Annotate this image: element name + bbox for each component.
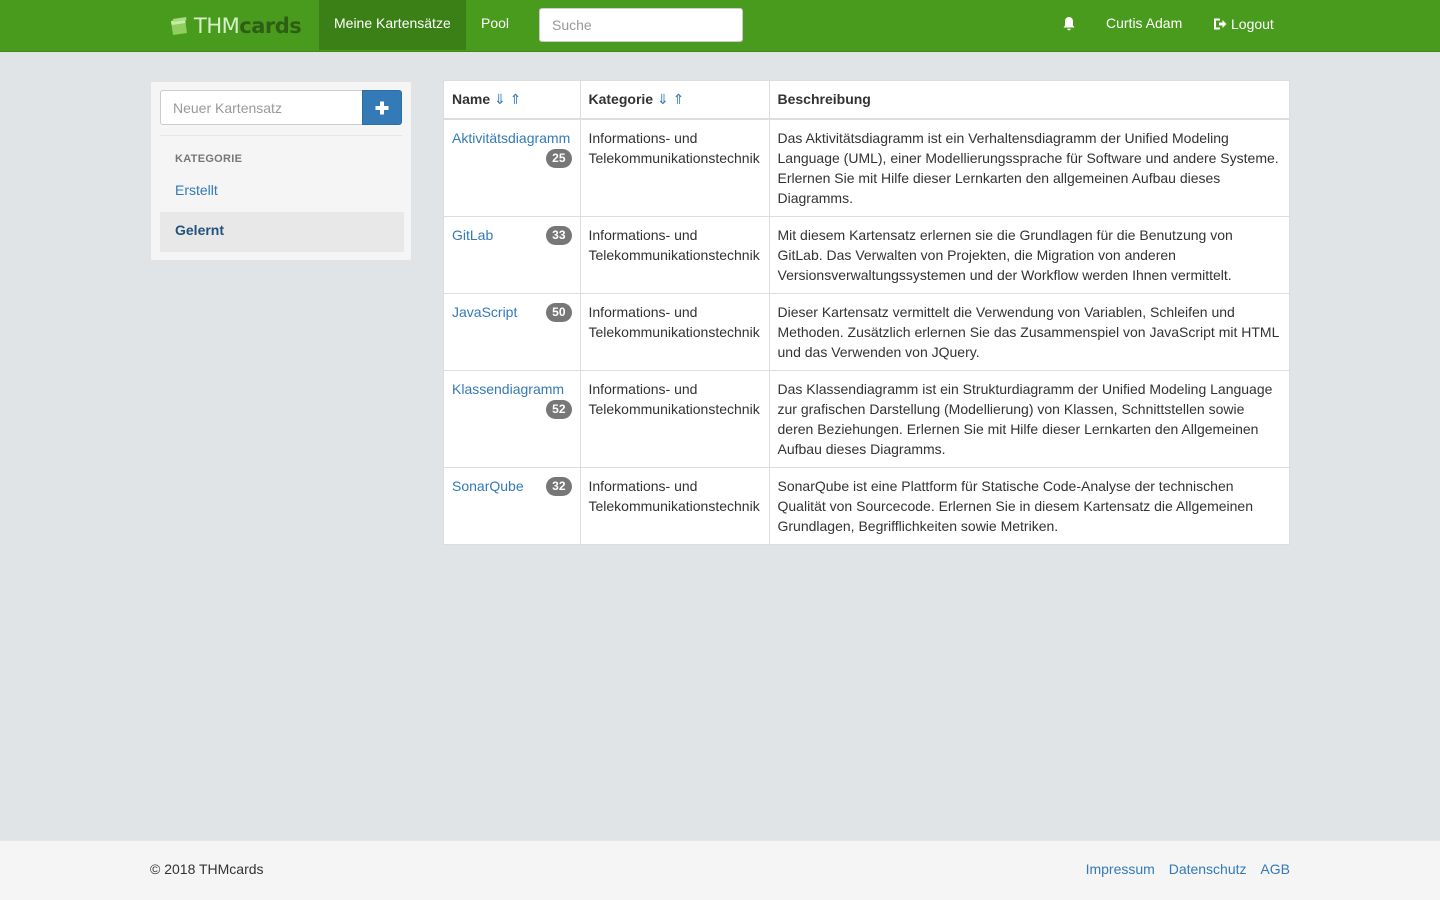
user-menu-link[interactable]: Curtis Adam	[1091, 0, 1197, 50]
card-count-badge: 33	[546, 226, 572, 245]
name-cell: 33 GitLab	[444, 216, 581, 294]
card-set-link[interactable]: Klassendiagramm	[452, 381, 564, 397]
card-set-link[interactable]: JavaScript	[452, 304, 517, 320]
column-header-name-label: Name	[452, 91, 491, 107]
card-sets-table: Name ⇓ ⇑ Kategorie ⇓ ⇑ Beschreibung Akti…	[443, 80, 1290, 545]
copyright-text: © 2018 THMcards	[150, 861, 264, 877]
description-cell: Das Klassendiagramm ist ein Strukturdiag…	[768, 370, 1289, 468]
category-cell: Informations- und Telekommunikationstech…	[579, 467, 770, 544]
footer-link-datenschutz[interactable]: Datenschutz	[1169, 861, 1247, 877]
plus-icon	[375, 101, 389, 114]
footer-links: Impressum Datenschutz AGB	[1076, 861, 1290, 877]
table-row: Klassendiagramm 52 Informations- und Tele…	[444, 370, 1289, 468]
sort-category-arrows[interactable]: ⇓ ⇑	[657, 91, 684, 107]
bell-icon	[1063, 17, 1075, 31]
card-set-link[interactable]: SonarQube	[452, 478, 524, 494]
name-cell: Klassendiagramm 52	[444, 370, 581, 468]
nav-item-pool[interactable]: Pool	[466, 0, 524, 50]
name-cell: 50 JavaScript	[444, 293, 581, 371]
sidebar-heading: KATEGORIE	[175, 153, 243, 165]
sidebar-panel: KATEGORIE Erstellt Gelernt	[150, 81, 412, 261]
category-cell: Informations- und Telekommunikationstech…	[579, 370, 770, 468]
card-count-badge: 50	[546, 303, 572, 322]
name-cell: 32 SonarQube	[444, 467, 581, 544]
table-row: 50 JavaScript Informations- und Telekommu…	[444, 293, 1289, 371]
card-count-badge: 52	[546, 400, 572, 419]
page-footer: © 2018 THMcards Impressum Datenschutz AG…	[0, 840, 1440, 900]
table-row: 32 SonarQube Informations- und Telekommun…	[444, 467, 1289, 544]
sort-name-arrows[interactable]: ⇓ ⇑	[494, 91, 521, 107]
sidebar-item-gelernt[interactable]: Gelernt	[160, 212, 404, 252]
category-cell: Informations- und Telekommunikationstech…	[579, 216, 770, 294]
card-set-link[interactable]: GitLab	[452, 227, 493, 243]
column-header-description: Beschreibung	[768, 81, 1289, 120]
new-set-input[interactable]	[160, 90, 363, 125]
description-cell: Mit diesem Kartensatz erlernen sie die G…	[768, 216, 1289, 294]
sidebar-divider	[160, 135, 402, 136]
sidebar-item-erstellt[interactable]: Erstellt	[175, 182, 218, 198]
table-row: 33 GitLab Informations- und Telekommunika…	[444, 216, 1289, 294]
add-set-button[interactable]	[362, 90, 402, 125]
name-cell: Aktivitätsdiagramm 25	[444, 118, 581, 217]
card-set-link[interactable]: Aktivitätsdiagramm	[452, 130, 570, 146]
column-header-name: Name ⇓ ⇑	[444, 81, 581, 120]
table-row: Aktivitätsdiagramm 25 Informations- und T…	[444, 118, 1289, 217]
description-cell: SonarQube ist eine Plattform für Statisc…	[768, 467, 1289, 544]
description-cell: Dieser Kartensatz vermittelt die Verwend…	[768, 293, 1289, 371]
category-cell: Informations- und Telekommunikationstech…	[579, 293, 770, 371]
column-header-category-label: Kategorie	[588, 91, 654, 107]
brand-logo-link[interactable]: THM cards	[168, 12, 302, 40]
logout-label: Logout	[1231, 16, 1274, 32]
search-input[interactable]	[539, 8, 743, 42]
top-navbar: THMcards Meine Kartensätze Pool Curtis A…	[0, 0, 1440, 52]
table-header-row: Name ⇓ ⇑ Kategorie ⇓ ⇑ Beschreibung	[444, 81, 1289, 120]
card-count-badge: 25	[546, 149, 572, 168]
logout-button[interactable]: Logout	[1198, 0, 1289, 50]
brand-thm-text: THM	[194, 14, 240, 38]
category-cell: Informations- und Telekommunikationstech…	[579, 118, 770, 217]
cards-logo-icon	[171, 17, 187, 35]
column-header-category: Kategorie ⇓ ⇑	[579, 81, 770, 120]
nav-item-meine-kartensaetze[interactable]: Meine Kartensätze	[319, 0, 466, 50]
footer-link-agb[interactable]: AGB	[1260, 861, 1290, 877]
logout-icon	[1214, 18, 1227, 30]
description-cell: Das Aktivitätsdiagramm ist ein Verhalten…	[768, 118, 1289, 217]
card-count-badge: 32	[546, 477, 572, 496]
footer-link-impressum[interactable]: Impressum	[1086, 861, 1155, 877]
brand-cards-text: cards	[239, 14, 302, 38]
